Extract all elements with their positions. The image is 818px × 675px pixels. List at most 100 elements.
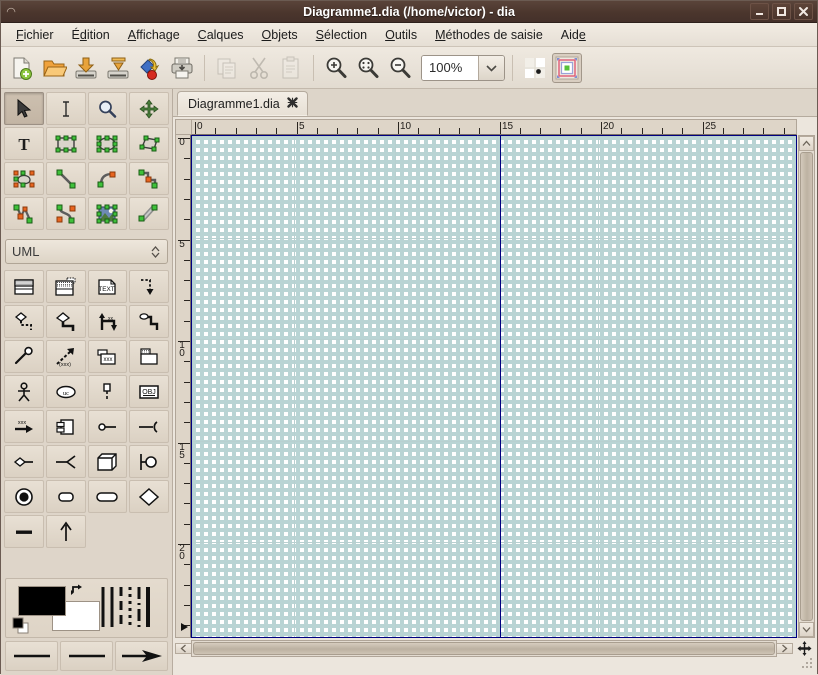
scroll-right-button[interactable] [777,643,793,654]
menu-calques[interactable]: Calques [189,25,253,45]
menu-selection[interactable]: Sélection [307,25,376,45]
snap-to-objects-toggle[interactable] [552,53,582,83]
cut-button[interactable] [244,52,274,84]
uml-fork-shape[interactable] [46,445,86,478]
menu-affichage[interactable]: Affichage [119,25,189,45]
uml-constraint-shape[interactable] [129,305,169,338]
sheet-selector[interactable]: UML [5,239,168,264]
snap-to-grid-toggle[interactable] [520,53,550,83]
bezier-tool[interactable] [46,197,86,230]
scroll-left-button[interactable] [175,643,191,654]
line-start-style[interactable] [5,641,58,671]
window-menu-icon[interactable]: ◠ [1,5,21,18]
uml-message-shape[interactable]: (xxx) [46,340,86,373]
line-style-selector[interactable] [99,585,155,632]
uml-package-shape[interactable] [129,340,169,373]
horizontal-scrollbar[interactable] [191,640,777,657]
uml-actor-shape[interactable] [4,375,44,408]
pan-button[interactable] [793,641,815,656]
zigzag-tool[interactable] [129,162,169,195]
menu-outils[interactable]: Outils [376,25,426,45]
horizontal-ruler[interactable]: 051015202530 [191,119,797,135]
menu-edition[interactable]: Édition [63,25,119,45]
uml-association-shape[interactable] [88,410,128,443]
menu-aide[interactable]: Aide [552,25,595,45]
uml-branch-shape[interactable] [129,410,169,443]
new-button[interactable] [7,52,37,84]
uml-lollipop-shape[interactable] [4,340,44,373]
zoom-combo[interactable]: 100% [421,55,505,81]
zoom-in-button[interactable] [321,52,351,84]
menu-fichier[interactable]: Fichier [7,25,63,45]
textedit-tool[interactable] [46,92,86,125]
scroll-down-button[interactable] [799,622,814,637]
magnify-tool[interactable] [88,92,128,125]
uml-class-shape[interactable] [4,270,44,303]
uml-node-shape[interactable] [88,445,128,478]
uml-implements-shape[interactable]: xx [88,305,128,338]
horizontal-scroll-thumb[interactable] [193,642,775,655]
uml-dependency-shape[interactable] [129,270,169,303]
export-button[interactable] [135,52,165,84]
paste-button[interactable] [276,52,306,84]
outline-tool[interactable] [129,197,169,230]
copy-button[interactable] [212,52,242,84]
vertical-scrollbar[interactable] [798,135,815,638]
print-button[interactable] [167,52,197,84]
vertical-ruler[interactable]: 05101520 [175,135,191,638]
zoom-out-button[interactable] [385,52,415,84]
uml-component-shape[interactable]: xxx [88,340,128,373]
open-button[interactable] [39,52,69,84]
scroll-up-button[interactable] [799,136,814,151]
beziergon-tool[interactable] [4,162,44,195]
save-button[interactable] [71,52,101,84]
ellipse-tool[interactable] [88,127,128,160]
close-tab-icon[interactable] [287,97,298,110]
uml-object-shape[interactable]: OBJ [129,375,169,408]
modify-tool[interactable] [4,92,44,125]
uml-aggregation-shape[interactable] [4,445,44,478]
text-tool[interactable]: T [4,127,44,160]
sheet-spinner[interactable] [150,245,161,259]
swap-colors-button[interactable] [70,583,86,600]
minimize-button[interactable] [750,3,769,20]
uml-stereotype-shape[interactable]: xxx [4,410,44,443]
foreground-color-swatch[interactable] [18,586,66,616]
line-mid-style[interactable] [60,641,113,671]
zoom-value[interactable]: 100% [422,56,478,80]
uml-activity-shape[interactable] [129,480,169,513]
zoom-fit-button[interactable] [353,52,383,84]
arc-tool[interactable] [88,162,128,195]
maximize-button[interactable] [772,3,791,20]
line-end-style[interactable] [115,641,168,671]
polyline-tool[interactable] [4,197,44,230]
menu-methodes-de-saisie[interactable]: Méthodes de saisie [426,25,552,45]
zoom-dropdown-button[interactable] [478,56,504,80]
image-tool[interactable] [88,197,128,230]
uml-state-shape[interactable] [46,480,86,513]
polygon-tool[interactable] [129,127,169,160]
reset-colors-button[interactable] [12,617,30,638]
line-tool[interactable] [46,162,86,195]
uml-realizes-shape[interactable] [4,305,44,338]
uml-generalization-shape[interactable] [46,305,86,338]
uml-socket-shape[interactable] [129,445,169,478]
uml-lifeline-shape[interactable] [88,375,128,408]
diagram-canvas[interactable] [191,135,797,638]
uml-endstate-shape[interactable] [4,480,44,513]
tab-diagramme1[interactable]: Diagramme1.dia [177,91,308,116]
vertical-scroll-thumb[interactable] [800,152,813,621]
uml-component-inst-shape[interactable] [46,410,86,443]
save-as-button[interactable] [103,52,133,84]
uml-state-term-shape[interactable] [88,480,128,513]
close-button[interactable] [794,3,813,20]
box-tool[interactable] [46,127,86,160]
uml-note-shape[interactable]: TEXT [88,270,128,303]
scroll-tool[interactable] [129,92,169,125]
uml-transition-shape[interactable] [4,515,44,548]
uml-usecase-shape[interactable]: uc [46,375,86,408]
resize-grip[interactable] [800,656,814,673]
uml-flow-shape[interactable] [46,515,86,548]
uml-template-class-shape[interactable] [46,270,86,303]
menu-objets[interactable]: Objets [253,25,307,45]
